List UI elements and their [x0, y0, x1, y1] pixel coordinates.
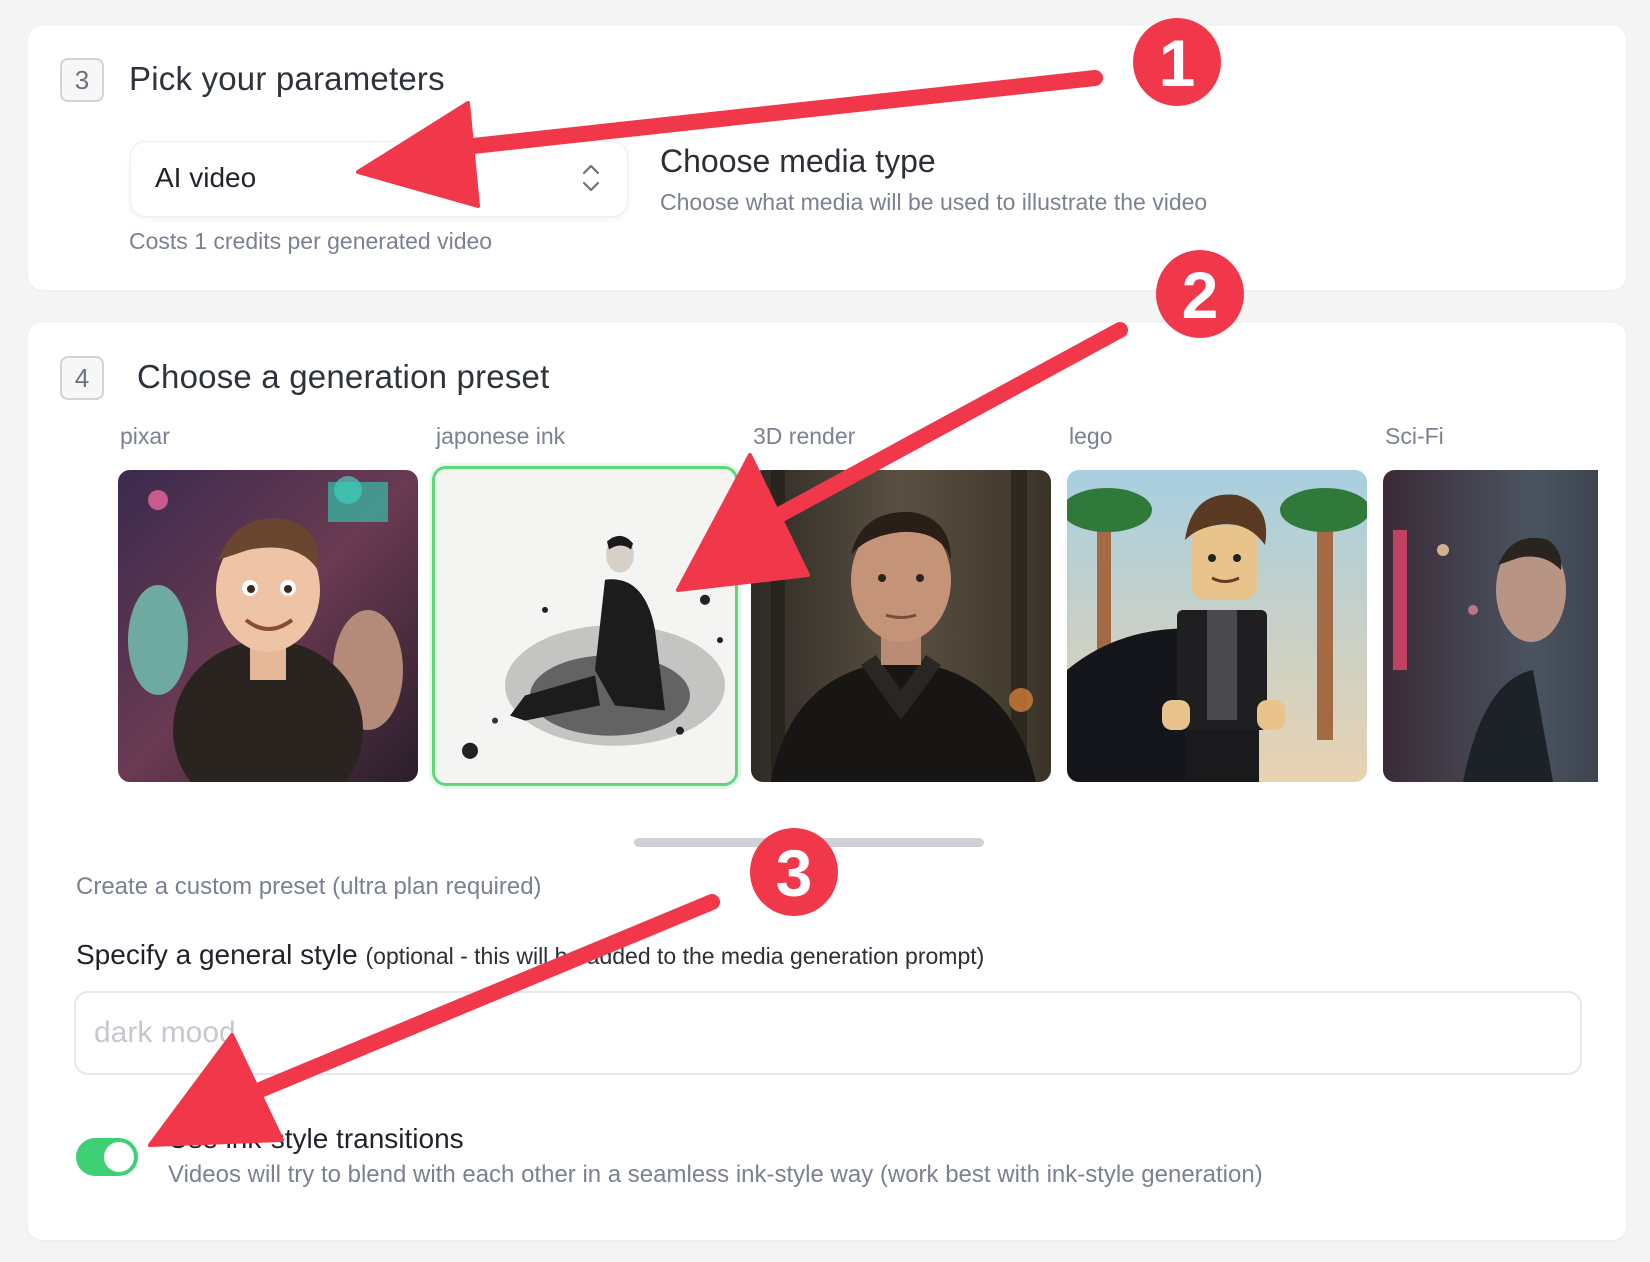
step-number-badge: 4: [60, 356, 104, 400]
generation-preset-card: 4 Choose a generation preset pixar japon…: [28, 323, 1626, 1240]
toggle-description: Videos will try to blend with each other…: [168, 1161, 1263, 1188]
preset-3d-render[interactable]: 3D render: [751, 423, 1053, 782]
chevron-up-down-icon: [582, 164, 600, 192]
general-style-input[interactable]: [74, 991, 1582, 1075]
media-type-select-value: AI video: [155, 162, 257, 193]
preset-thumbnail-image: [432, 466, 738, 786]
preset-thumbnail-image: [751, 470, 1051, 782]
preset-sci-fi[interactable]: Sci-Fi: [1383, 423, 1598, 782]
style-label-note: (optional - this will be added to the me…: [365, 943, 985, 969]
section-title: Choose a generation preset: [137, 358, 550, 395]
preset-thumbnail-image: [1383, 470, 1598, 782]
style-field-label: Specify a general style (optional - this…: [76, 939, 984, 971]
preset-japonese-ink[interactable]: japonese ink: [432, 423, 738, 786]
step-number-badge: 3: [60, 58, 104, 102]
media-type-description: Choose what media will be used to illust…: [660, 189, 1208, 215]
section-title: Pick your parameters: [129, 60, 445, 97]
preset-label: Sci-Fi: [1385, 423, 1444, 449]
preset-label: 3D render: [753, 423, 856, 449]
preset-lego[interactable]: lego: [1067, 423, 1369, 782]
preset-label: japonese ink: [436, 423, 566, 449]
preset-pixar[interactable]: pixar: [118, 423, 420, 782]
preset-thumbnail-image: [118, 470, 418, 782]
preset-carousel[interactable]: pixar japonese ink 3D render lego Sci-Fi: [68, 423, 1598, 823]
media-type-title: Choose media type: [660, 143, 936, 179]
preset-label: lego: [1069, 423, 1113, 449]
ink-transitions-toggle[interactable]: [76, 1138, 138, 1176]
toggle-knob: [104, 1142, 134, 1172]
carousel-scrollbar[interactable]: [634, 838, 984, 847]
media-type-select[interactable]: AI video: [130, 141, 628, 217]
style-label-text: Specify a general style: [76, 939, 358, 970]
preset-label: pixar: [120, 423, 170, 449]
custom-preset-link[interactable]: Create a custom preset (ultra plan requi…: [76, 873, 542, 901]
cost-note: Costs 1 credits per generated video: [129, 228, 493, 254]
parameters-card: 3 Pick your parameters AI video Costs 1 …: [28, 26, 1626, 290]
preset-thumbnail-image: [1067, 470, 1367, 782]
toggle-title: Use ink-style transitions: [168, 1123, 464, 1154]
